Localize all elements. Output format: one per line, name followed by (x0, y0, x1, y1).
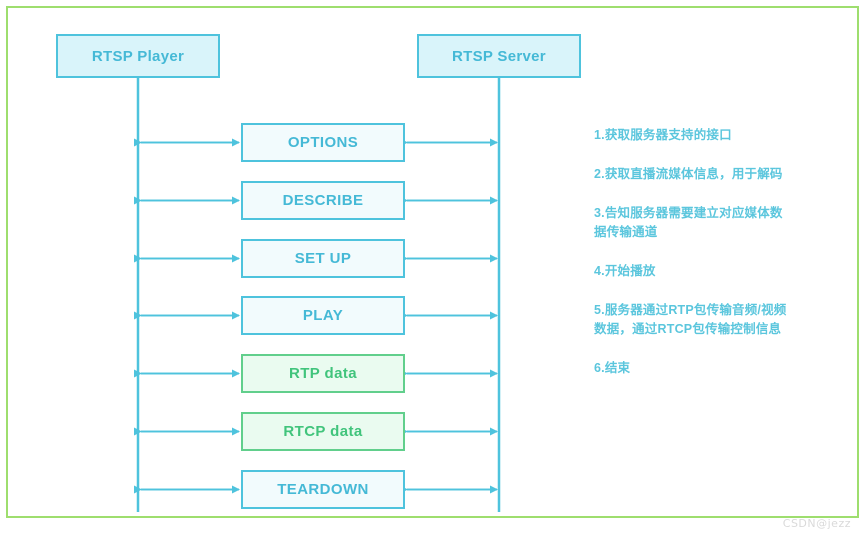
message-label: SET UP (294, 250, 352, 267)
annotation-item-5: 5.服务器通过RTP包传输音频/视频 数据，通过RTCP包传输控制信息 (594, 301, 829, 339)
message-label: OPTIONS (287, 134, 359, 151)
message-box-teardown[interactable]: TEARDOWN (241, 470, 405, 509)
actor-label-rtsp-player: RTSP Player (91, 47, 185, 65)
actor-label-rtsp-server: RTSP Server (452, 47, 546, 65)
rtsp-sequence-diagram: RTSP Player RTSP Server OPTIONS DESCRIBE S… (8, 8, 861, 520)
annotation-line: 3.告知服务器需要建立对应媒体数 (594, 206, 783, 220)
annotation-item-2: 2.获取直播流媒体信息，用于解码 (594, 165, 829, 184)
message-label: TEARDOWN (277, 481, 369, 498)
annotation-item-6: 6.结束 (594, 359, 829, 378)
csdn-watermark: CSDN@jezz (782, 517, 851, 530)
message-box-set-up[interactable]: SET UP (241, 239, 405, 278)
annotation-line: 2.获取直播流媒体信息，用于解码 (594, 167, 783, 181)
message-label: DESCRIBE (282, 192, 364, 209)
annotation-line: 5.服务器通过RTP包传输音频/视频 (594, 303, 787, 317)
annotation-line: 4.开始播放 (594, 264, 656, 278)
annotation-item-4: 4.开始播放 (594, 262, 829, 281)
message-box-rtp-data[interactable]: RTP data (241, 354, 405, 393)
message-label: RTCP data (283, 423, 363, 440)
actor-box-rtsp-server[interactable]: RTSP Server (417, 34, 581, 78)
message-label: PLAY (302, 307, 344, 324)
annotation-line: 1.获取服务器支持的接口 (594, 128, 732, 142)
message-box-rtcp-data[interactable]: RTCP data (241, 412, 405, 451)
annotation-item-3: 3.告知服务器需要建立对应媒体数 据传输通道 (594, 204, 829, 242)
message-label: RTP data (289, 365, 357, 382)
annotation-line: 据传输通道 (594, 225, 658, 239)
message-box-describe[interactable]: DESCRIBE (241, 181, 405, 220)
message-box-play[interactable]: PLAY (241, 296, 405, 335)
annotation-line: 6.结束 (594, 361, 631, 375)
diagram-frame: RTSP Player RTSP Server OPTIONS DESCRIBE S… (6, 6, 859, 518)
annotation-list: 1.获取服务器支持的接口 2.获取直播流媒体信息，用于解码 3.告知服务器需要建立对… (594, 126, 829, 378)
message-box-options[interactable]: OPTIONS (241, 123, 405, 162)
actor-box-rtsp-player[interactable]: RTSP Player (56, 34, 220, 78)
annotation-item-1: 1.获取服务器支持的接口 (594, 126, 829, 145)
annotation-line: 数据，通过RTCP包传输控制信息 (594, 322, 782, 336)
